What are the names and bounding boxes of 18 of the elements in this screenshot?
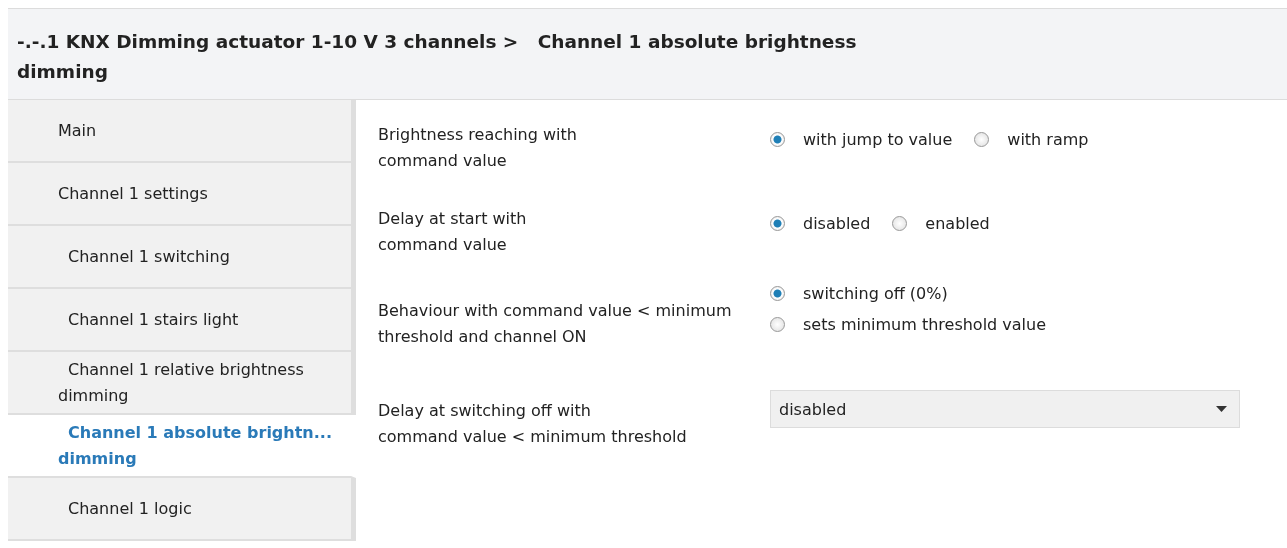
- nav-item[interactable]: Channel 1 logic: [8, 478, 356, 541]
- radio-label[interactable]: switching off (0%): [803, 284, 948, 303]
- radio-label[interactable]: with ramp: [1007, 130, 1089, 149]
- parameter-label: Brightness reaching with command value: [378, 124, 578, 172]
- nav-item[interactable]: Main: [8, 100, 356, 163]
- parameter-label: Delay at switching off with command value < minimum threshold: [378, 400, 688, 448]
- nav-item[interactable]: Channel 1 relative brightness dimming: [8, 352, 356, 415]
- nav-item[interactable]: Channel 1 stairs light: [8, 289, 356, 352]
- radio-label[interactable]: enabled: [925, 214, 990, 233]
- dropdown[interactable]: disabled: [770, 390, 1240, 428]
- parameter-label: Behaviour with command value < minimum threshold and channel ON: [378, 300, 733, 348]
- nav-item[interactable]: Channel 1 switching: [8, 226, 356, 289]
- radio-label[interactable]: disabled: [803, 214, 871, 233]
- radio-label[interactable]: with jump to value: [803, 130, 953, 149]
- radio-label[interactable]: sets minimum threshold value: [803, 315, 1047, 334]
- page-title: -.-.1 KNX Dimming actuator 1-10 V 3 channels > Channel 1 absolute brightness dimming: [17, 30, 857, 84]
- parameter-label: Delay at start with command value: [378, 208, 528, 256]
- nav-item[interactable]: Channel 1 settings: [8, 163, 356, 226]
